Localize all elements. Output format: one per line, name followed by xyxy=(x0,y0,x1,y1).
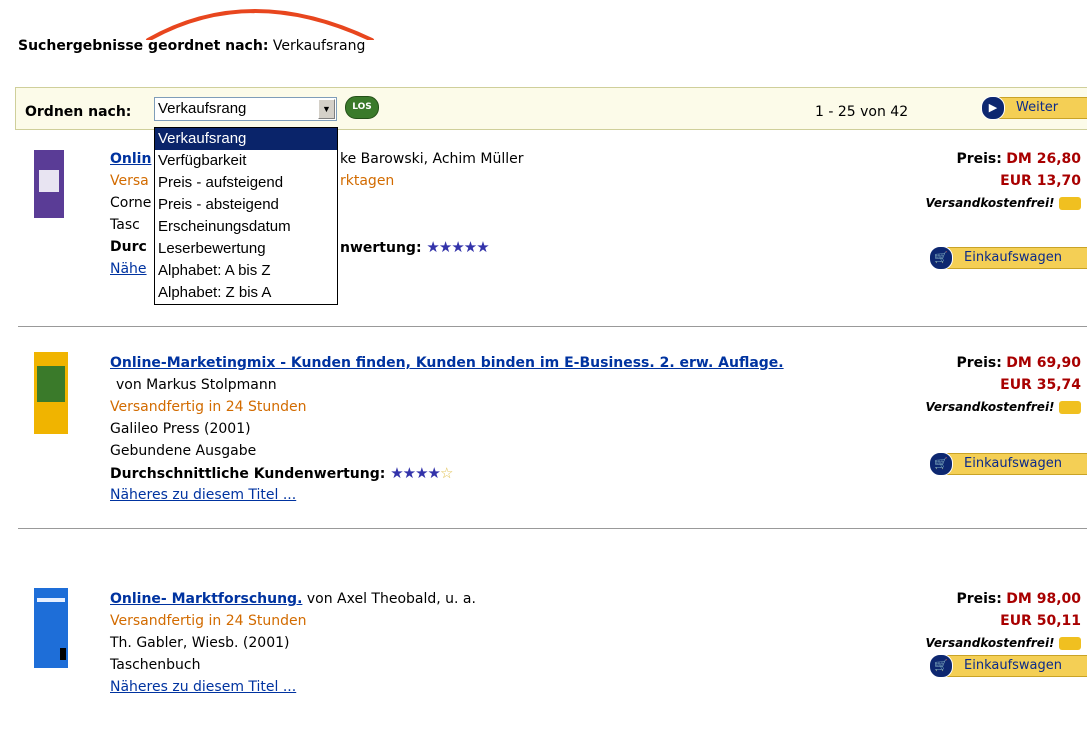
format: Gebundene Ausgabe xyxy=(110,443,257,459)
details-link[interactable]: Näheres zu diesem Titel ... xyxy=(110,676,296,698)
chevron-down-icon[interactable]: ▼ xyxy=(318,99,335,119)
price-block: Preis: DM 98,00 EUR 50,11 Versandkostenf… xyxy=(925,588,1081,654)
price-block: Preis: DM 26,80 EUR 13,70 Versandkostenf… xyxy=(925,148,1081,214)
sort-option[interactable]: Alphabet: A bis Z xyxy=(155,260,337,282)
shipping-status: Versa xyxy=(110,173,149,189)
format: Tasc xyxy=(110,217,140,233)
result-title-link[interactable]: Online-Marketingmix - Kunden finden, Kun… xyxy=(110,355,784,371)
publisher: Th. Gabler, Wiesb. (2001) xyxy=(110,635,290,651)
cart-icon: 🛒 xyxy=(929,654,953,678)
shipping-free-label: Versandkostenfrei! xyxy=(925,636,1055,650)
shipping-status: Versandfertig in 24 Stunden xyxy=(110,399,307,415)
shipping-status-tail: rktagen xyxy=(340,173,395,189)
highlight-arc xyxy=(146,9,374,40)
rating-label: Durchschnittliche Kundenwertung: xyxy=(110,466,386,482)
result-count: 1 - 25 von 42 xyxy=(815,104,909,120)
add-to-cart-button[interactable]: Einkaufswagen 🛒 xyxy=(929,452,1087,476)
book-cover-image[interactable] xyxy=(34,150,64,218)
shipping-free-label: Versandkostenfrei! xyxy=(925,400,1055,414)
cart-icon: 🛒 xyxy=(929,246,953,270)
result-divider xyxy=(18,326,1087,327)
result-title-link[interactable]: Onlin xyxy=(110,151,151,167)
truck-icon xyxy=(1059,196,1081,210)
book-cover-image[interactable] xyxy=(34,352,68,434)
sort-select-value: Verkaufsrang xyxy=(158,100,247,117)
result-divider xyxy=(18,528,1087,529)
arrow-right-icon: ▶ xyxy=(981,96,1005,120)
price-eur: EUR 35,74 xyxy=(1000,377,1081,393)
sort-option[interactable]: Preis - absteigend xyxy=(155,194,337,216)
price-dm: DM 26,80 xyxy=(1006,151,1081,167)
rating-label-tail: nwertung: ★★★★★ xyxy=(340,236,490,259)
sort-heading-value: Verkaufsrang xyxy=(272,38,366,54)
go-button[interactable]: LOS xyxy=(345,96,379,119)
truck-icon xyxy=(1059,636,1081,650)
rating-stars: ★★★★☆ xyxy=(390,464,453,482)
sort-option[interactable]: Verkaufsrang xyxy=(155,128,337,150)
sort-option[interactable]: Preis - aufsteigend xyxy=(155,172,337,194)
result-item: Online- Marktforschung. von Axel Theobal… xyxy=(0,588,1087,698)
details-link[interactable]: Nähe xyxy=(110,258,147,280)
book-cover-image[interactable] xyxy=(34,588,68,668)
price-label: Preis: xyxy=(956,355,1002,371)
rating-row: Durchschnittliche Kundenwertung: ★★★★☆ xyxy=(110,462,454,485)
price-dm: DM 69,90 xyxy=(1006,355,1081,371)
author: von Markus Stolpmann xyxy=(116,377,277,393)
sort-option[interactable]: Verfügbarkeit xyxy=(155,150,337,172)
price-label: Preis: xyxy=(956,151,1002,167)
next-button[interactable]: Weiter ▶ xyxy=(981,96,1087,120)
sort-label: Ordnen nach: xyxy=(25,104,132,120)
format: Taschenbuch xyxy=(110,657,201,673)
sort-option[interactable]: Leserbewertung xyxy=(155,238,337,260)
author: von Axel Theobald, u. a. xyxy=(306,591,476,607)
result-title-link[interactable]: Online- Marktforschung. xyxy=(110,591,302,607)
shipping-free-label: Versandkostenfrei! xyxy=(925,196,1055,210)
cart-icon: 🛒 xyxy=(929,452,953,476)
price-dm: DM 98,00 xyxy=(1006,591,1081,607)
cart-button-label: Einkaufswagen xyxy=(935,247,1087,269)
result-item: Online-Marketingmix - Kunden finden, Kun… xyxy=(0,352,1087,512)
sort-option[interactable]: Alphabet: Z bis A xyxy=(155,282,337,304)
truck-icon xyxy=(1059,400,1081,414)
add-to-cart-button[interactable]: Einkaufswagen 🛒 xyxy=(929,246,1087,270)
rating-stars: ★★★★★ xyxy=(426,238,489,256)
publisher: Corne xyxy=(110,195,152,211)
details-link[interactable]: Näheres zu diesem Titel ... xyxy=(110,484,296,506)
price-eur: EUR 50,11 xyxy=(1000,613,1081,629)
rating-label-tail-text: nwertung: xyxy=(340,240,422,256)
publisher: Galileo Press (2001) xyxy=(110,421,251,437)
price-block: Preis: DM 69,90 EUR 35,74 Versandkostenf… xyxy=(925,352,1081,418)
cart-button-label: Einkaufswagen xyxy=(935,453,1087,475)
author: ke Barowski, Achim Müller xyxy=(340,151,524,167)
sort-dropdown-list[interactable]: Verkaufsrang Verfügbarkeit Preis - aufst… xyxy=(154,127,338,305)
shipping-status: Versandfertig in 24 Stunden xyxy=(110,613,307,629)
price-label: Preis: xyxy=(956,591,1002,607)
price-eur: EUR 13,70 xyxy=(1000,173,1081,189)
add-to-cart-button[interactable]: Einkaufswagen 🛒 xyxy=(929,654,1087,678)
cart-button-label: Einkaufswagen xyxy=(935,655,1087,677)
sort-heading: Suchergebnisse geordnet nach: Verkaufsra… xyxy=(18,38,365,54)
sort-select[interactable]: Verkaufsrang ▼ xyxy=(154,97,337,121)
sort-option[interactable]: Erscheinungsdatum xyxy=(155,216,337,238)
rating-label: Durc xyxy=(110,239,147,255)
sort-heading-label: Suchergebnisse geordnet nach: xyxy=(18,38,269,54)
